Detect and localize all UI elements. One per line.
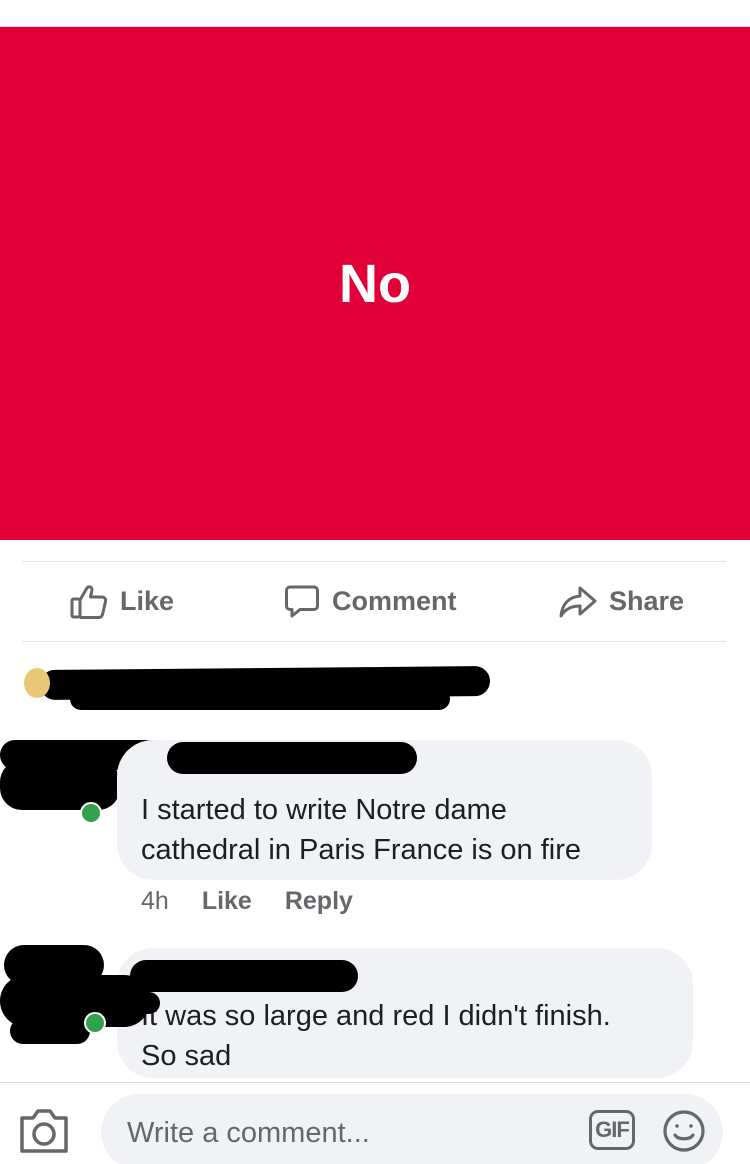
comment-bubble[interactable]: I started to write Notre dame cathedral … bbox=[117, 740, 652, 880]
redacted-author-name bbox=[130, 960, 358, 992]
online-status-dot bbox=[80, 802, 102, 824]
emoji-icon bbox=[661, 1110, 707, 1158]
comment-input-container: GIF bbox=[101, 1094, 723, 1164]
comment-text-line: It was so large and red I didn't finish. bbox=[141, 1000, 611, 1032]
camera-icon bbox=[18, 1109, 70, 1158]
comment-like-link[interactable]: Like bbox=[202, 887, 252, 916]
comment-text-line: So sad bbox=[141, 1040, 232, 1072]
like-label: Like bbox=[120, 586, 175, 616]
divider-bottom bbox=[22, 641, 726, 642]
comment-timestamp: 4h bbox=[141, 886, 169, 915]
share-button[interactable]: Share bbox=[559, 562, 684, 641]
redacted-author-name bbox=[167, 742, 417, 774]
comment-reply-link[interactable]: Reply bbox=[285, 887, 353, 916]
comment-text-line: cathedral in Paris France is on fire bbox=[141, 834, 582, 866]
comment-button[interactable]: Comment bbox=[284, 562, 457, 641]
post-text-card[interactable]: No bbox=[0, 27, 750, 540]
comment-label: Comment bbox=[332, 586, 457, 616]
top-strip bbox=[0, 0, 750, 27]
page: No Like Comment Share I started to write… bbox=[0, 0, 750, 1164]
like-button[interactable]: Like bbox=[70, 562, 174, 641]
camera-button[interactable] bbox=[18, 1108, 70, 1159]
post-card-text: No bbox=[339, 253, 411, 314]
online-status-dot bbox=[84, 1012, 106, 1034]
post-action-bar: Like Comment Share bbox=[0, 562, 750, 641]
redacted-avatar bbox=[0, 760, 120, 810]
comment-input[interactable] bbox=[125, 1094, 569, 1164]
gif-button[interactable]: GIF bbox=[589, 1110, 635, 1150]
comment-meta: 4h Like Reply bbox=[141, 882, 353, 920]
redaction-mark bbox=[90, 992, 160, 1014]
comment-text-line: I started to write Notre dame bbox=[141, 794, 507, 826]
share-arrow-icon bbox=[559, 585, 597, 619]
emoji-button[interactable] bbox=[661, 1108, 707, 1159]
reaction-emoji-icon bbox=[24, 668, 50, 698]
share-label: Share bbox=[609, 586, 685, 616]
redaction-mark bbox=[70, 688, 450, 710]
speech-bubble-icon bbox=[284, 584, 320, 620]
thumbs-up-icon bbox=[70, 584, 108, 620]
redacted-avatar bbox=[10, 1018, 90, 1044]
